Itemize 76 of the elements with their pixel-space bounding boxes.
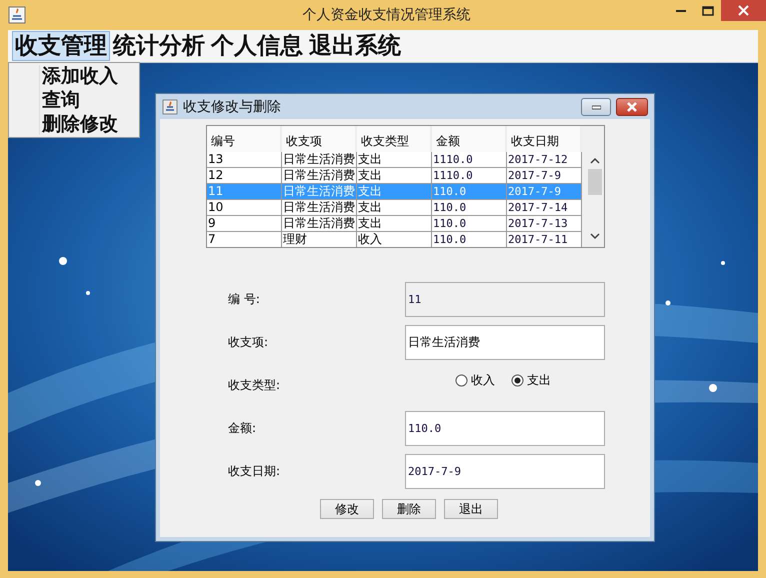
table-cell: 11 — [207, 184, 282, 199]
table-row[interactable]: 9 日常生活消费 支出 110.0 2017-7-13 — [207, 216, 582, 232]
column-header[interactable]: 编号 — [207, 126, 282, 152]
menu-item[interactable]: 退出系统 — [306, 31, 404, 61]
table-cell: 收入 — [357, 232, 432, 247]
table-cell: 2017-7-11 — [507, 232, 582, 247]
table-cell: 10 — [207, 200, 282, 215]
menu-item[interactable]: 个人信息 — [208, 31, 306, 61]
table-cell: 110.0 — [432, 184, 507, 199]
input-field[interactable]: 110.0 — [405, 411, 605, 446]
table-cell: 2017-7-9 — [507, 168, 582, 183]
menu-item[interactable]: 收支管理 — [12, 31, 110, 61]
scroll-down-icon[interactable] — [590, 232, 600, 240]
table-cell: 12 — [207, 168, 282, 183]
column-header[interactable]: 金额 — [432, 126, 507, 152]
table-cell: 110.0 — [432, 232, 507, 247]
table-cell: 110.0 — [432, 200, 507, 215]
table-cell: 日常生活消费 — [282, 216, 357, 231]
table-cell: 2017-7-12 — [507, 152, 582, 167]
table-row[interactable]: 13 日常生活消费 支出 1110.0 2017-7-12 — [207, 152, 582, 168]
table-cell: 7 — [207, 232, 282, 247]
column-header[interactable]: 收支日期 — [507, 126, 582, 152]
table-cell: 支出 — [357, 200, 432, 215]
table-cell: 支出 — [357, 168, 432, 183]
app-icon — [8, 6, 26, 24]
table-cell: 2017-7-13 — [507, 216, 582, 231]
table-cell: 9 — [207, 216, 282, 231]
action-button[interactable]: 修改 — [320, 499, 374, 519]
menu-item[interactable]: 添加收入 — [42, 64, 139, 88]
table-cell: 日常生活消费 — [282, 184, 357, 199]
minimize-button[interactable] — [581, 98, 611, 116]
menu-item[interactable]: 统计分析 — [110, 31, 208, 61]
table-cell: 日常生活消费 — [282, 200, 357, 215]
dialog-title: 收支修改与删除 — [183, 98, 282, 116]
table-cell: 支出 — [357, 184, 432, 199]
column-header[interactable]: 收支项 — [282, 126, 357, 152]
close-icon — [627, 102, 637, 112]
field-label: 金额: — [228, 420, 258, 437]
window-title: 个人资金收支情况管理系统 — [302, 6, 472, 24]
table-cell: 理财 — [282, 232, 357, 247]
table-cell: 1110.0 — [432, 168, 507, 183]
table-row[interactable]: 7 理财 收入 110.0 2017-7-11 — [207, 232, 582, 247]
close-button[interactable] — [721, 0, 766, 21]
table-cell: 1110.0 — [432, 152, 507, 167]
table-cell: 13 — [207, 152, 282, 167]
table-cell: 支出 — [357, 216, 432, 231]
maximize-icon — [702, 6, 714, 16]
radio-button[interactable]: 收入 — [455, 372, 495, 389]
table-cell: 日常生活消费 — [282, 168, 357, 183]
action-button[interactable]: 退出 — [444, 499, 498, 519]
input-field[interactable]: 2017-7-9 — [405, 454, 605, 489]
table-cell: 2017-7-9 — [507, 184, 582, 199]
table-cell: 2017-7-14 — [507, 200, 582, 215]
menu-item[interactable]: 查询 — [42, 88, 139, 112]
close-icon — [738, 5, 749, 16]
minimize-icon — [676, 10, 686, 12]
table-cell: 支出 — [357, 152, 432, 167]
table-cell: 110.0 — [432, 216, 507, 231]
scrollbar-thumb[interactable] — [588, 169, 602, 195]
field-label: 收支项: — [228, 334, 270, 351]
field-label: 收支类型: — [228, 377, 282, 394]
radio-button[interactable]: 支出 — [511, 372, 551, 389]
input-field[interactable]: 日常生活消费 — [405, 325, 605, 360]
scroll-up-icon[interactable] — [590, 157, 600, 165]
column-header[interactable]: 收支类型 — [357, 126, 432, 152]
action-button[interactable]: 删除 — [382, 499, 436, 519]
field-label: 编 号: — [228, 291, 261, 308]
radio-circle-icon — [455, 374, 468, 387]
minimize-icon — [592, 103, 600, 110]
radio-circle-icon — [511, 374, 524, 387]
app-icon — [162, 98, 178, 114]
close-button[interactable] — [616, 98, 648, 116]
menu-item[interactable]: 删除修改 — [42, 112, 139, 136]
table-cell: 日常生活消费 — [282, 152, 357, 167]
table-row[interactable]: 10 日常生活消费 支出 110.0 2017-7-14 — [207, 200, 582, 216]
field-label: 收支日期: — [228, 463, 282, 480]
